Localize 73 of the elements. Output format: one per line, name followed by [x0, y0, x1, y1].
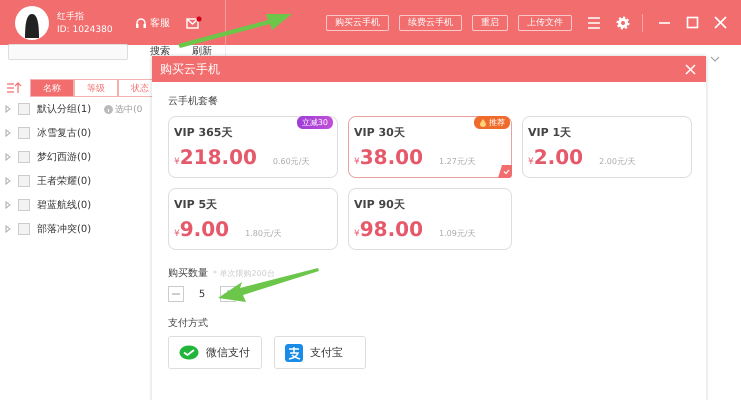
- price-per-day: 1.27元/天: [439, 156, 476, 167]
- checkbox[interactable]: [18, 223, 30, 235]
- section-label: 云手机套餐: [168, 94, 218, 108]
- group-name[interactable]: 碧蓝航线(0): [37, 198, 92, 212]
- payment-app-icon: [285, 344, 303, 362]
- search-bar-button[interactable]: 搜索: [150, 46, 170, 58]
- search-field[interactable]: [8, 44, 128, 60]
- package-name: VIP 1天: [528, 125, 572, 140]
- package-price: 98.00: [360, 217, 423, 241]
- price-per-day: 1.09元/天: [439, 228, 476, 239]
- recommend-badge: 推荐: [474, 116, 510, 129]
- currency-sign: ¥: [174, 229, 180, 239]
- payment-button[interactable]: 支付宝: [274, 336, 366, 369]
- expand-icon[interactable]: [5, 129, 11, 137]
- price-per-day: 0.60元/天: [272, 156, 310, 167]
- discount-badge: 立减30: [296, 116, 333, 129]
- checkbox[interactable]: [18, 103, 30, 115]
- checkbox[interactable]: [18, 151, 30, 163]
- checkbox[interactable]: [18, 175, 30, 187]
- maximize-icon[interactable]: [686, 16, 699, 29]
- info-icon: [104, 104, 114, 114]
- chevron-down-icon[interactable]: [710, 56, 720, 62]
- check-icon: [498, 165, 512, 178]
- expand-icon[interactable]: [5, 177, 11, 185]
- package-price: 9.00: [180, 217, 230, 241]
- chat-bubble-icon: [179, 344, 199, 360]
- settings-icon[interactable]: [616, 16, 630, 30]
- package-price: 38.00: [360, 145, 423, 169]
- group-name[interactable]: 王者荣耀(0): [37, 174, 92, 188]
- group-name[interactable]: 梦幻西游(0): [37, 150, 92, 164]
- group-name[interactable]: 部落冲突(0): [37, 222, 92, 236]
- package-name: VIP 30天: [354, 125, 406, 140]
- expand-icon[interactable]: [5, 201, 11, 209]
- close-icon[interactable]: [714, 16, 727, 29]
- expand-icon[interactable]: [5, 105, 11, 113]
- section-label: 购买数量: [168, 267, 208, 280]
- package-name: VIP 90天: [354, 197, 406, 212]
- avatar-icon: [15, 6, 49, 40]
- mail-icon[interactable]: [186, 16, 202, 30]
- dialog-title: 购买云手机: [160, 60, 220, 78]
- close-icon[interactable]: [685, 64, 696, 74]
- currency-sign: ¥: [354, 157, 360, 167]
- selected-count: 选中(0: [115, 104, 142, 116]
- price-per-day: 1.80元/天: [245, 228, 282, 239]
- search-bar-button[interactable]: 刷新: [192, 46, 212, 58]
- quantity-field[interactable]: 5: [197, 288, 207, 300]
- headset-icon: [135, 16, 147, 28]
- menu-icon[interactable]: [587, 16, 601, 28]
- package-card[interactable]: VIP 1天 ¥2.00 2.00元/天: [522, 116, 692, 178]
- package-card[interactable]: VIP 90天 ¥98.00 1.09元/天: [348, 188, 512, 250]
- payment-button[interactable]: 微信支付: [168, 336, 262, 369]
- expand-icon[interactable]: [5, 153, 11, 161]
- section-label: 支付方式: [168, 316, 208, 330]
- group-name[interactable]: 默认分组(1): [37, 102, 92, 116]
- currency-sign: ¥: [174, 157, 180, 167]
- package-card[interactable]: VIP 5天 ¥9.00 1.80元/天: [168, 188, 338, 250]
- checkbox[interactable]: [18, 199, 30, 211]
- checkbox[interactable]: [18, 127, 30, 139]
- minus-button[interactable]: [168, 286, 184, 302]
- package-card[interactable]: 立减30 VIP 365天 ¥218.00 0.60元/天: [168, 116, 338, 178]
- price-per-day: 2.00元/天: [599, 156, 636, 167]
- user-name: 红手指: [57, 10, 85, 23]
- currency-sign: ¥: [528, 157, 534, 167]
- package-card[interactable]: 推荐 VIP 30天 ¥38.00 1.27元/天: [348, 116, 512, 178]
- expand-icon[interactable]: [5, 225, 11, 233]
- group-name[interactable]: 冰雪复古(0): [37, 126, 92, 140]
- package-price: 218.00: [180, 145, 257, 169]
- package-name: VIP 365天: [174, 125, 234, 140]
- package-name: VIP 5天: [174, 197, 218, 212]
- sort-icon[interactable]: [6, 82, 22, 94]
- user-id: ID: 1024380: [57, 25, 114, 35]
- package-price: 2.00: [534, 145, 584, 169]
- currency-sign: ¥: [354, 229, 360, 239]
